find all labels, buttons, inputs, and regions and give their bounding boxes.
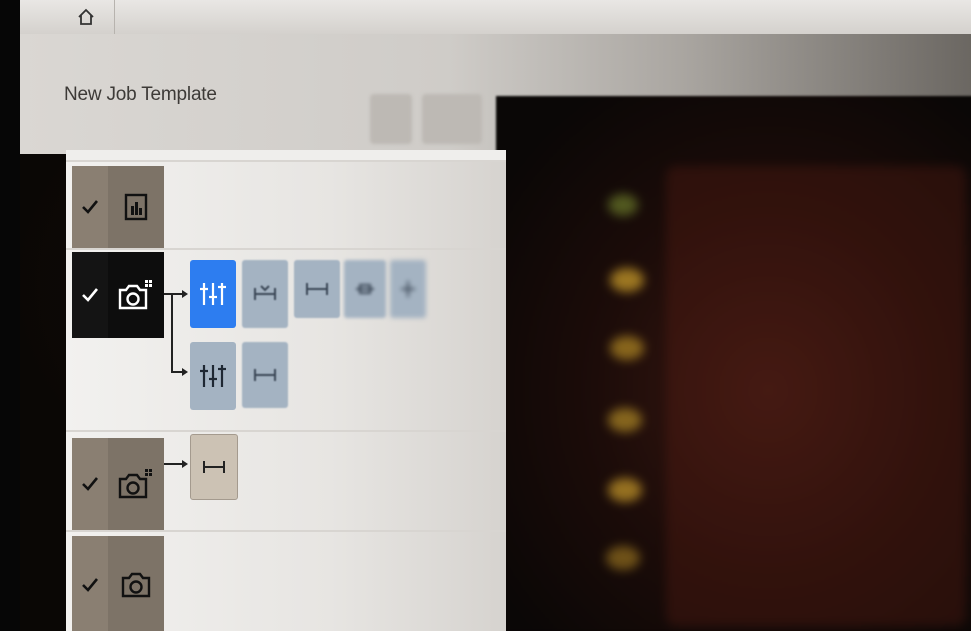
top-toolbar: [20, 0, 971, 35]
job-step-row[interactable]: [66, 248, 506, 430]
job-step-row[interactable]: [66, 430, 506, 530]
report-icon: [124, 193, 148, 221]
home-button[interactable]: [58, 0, 115, 34]
header-action-button[interactable]: [370, 94, 412, 144]
step-checkbox[interactable]: [72, 252, 108, 338]
job-step-row[interactable]: [66, 530, 506, 631]
tool-tile[interactable]: [390, 260, 426, 318]
tool-tile[interactable]: [242, 342, 288, 408]
step-icon-tile[interactable]: [108, 438, 164, 530]
step-checkbox[interactable]: [72, 166, 108, 248]
measure-mark-icon: [254, 285, 276, 300]
check-icon: [82, 200, 99, 214]
camera-icon: [121, 572, 151, 597]
check-icon: [82, 577, 99, 592]
camera-multi-icon: [118, 469, 152, 499]
tool-tile[interactable]: [294, 260, 340, 318]
adjust-sliders-icon: [200, 365, 226, 387]
app-window: New Job Template: [20, 0, 971, 631]
check-icon: [82, 288, 99, 302]
camera-view: [496, 96, 971, 631]
check-icon: [82, 477, 99, 491]
step-icon-tile[interactable]: [108, 252, 164, 338]
tool-icon: [401, 281, 415, 297]
connector-line: [164, 290, 188, 376]
camera-multi-icon: [118, 280, 152, 310]
tool-tile[interactable]: [190, 342, 236, 410]
tool-tile[interactable]: [242, 260, 288, 328]
measure-icon: [306, 283, 328, 295]
header-action-button[interactable]: [422, 94, 482, 144]
step-checkbox[interactable]: [72, 438, 108, 530]
page-title: New Job Template: [64, 84, 217, 105]
step-icon-tile[interactable]: [108, 166, 164, 248]
connector-line: [164, 460, 188, 468]
job-step-row[interactable]: [66, 160, 506, 248]
job-steps-panel: [66, 150, 506, 631]
home-icon: [78, 8, 94, 25]
measure-icon: [254, 369, 276, 381]
adjust-sliders-icon: [200, 283, 226, 305]
tool-tile[interactable]: [344, 260, 386, 318]
measure-box-icon: [356, 284, 374, 294]
screen-bezel: [0, 0, 20, 631]
measure-icon: [203, 461, 225, 473]
tool-tile[interactable]: [190, 434, 238, 500]
step-icon-tile[interactable]: [108, 536, 164, 631]
tool-tile-selected[interactable]: [190, 260, 236, 328]
step-checkbox[interactable]: [72, 536, 108, 631]
